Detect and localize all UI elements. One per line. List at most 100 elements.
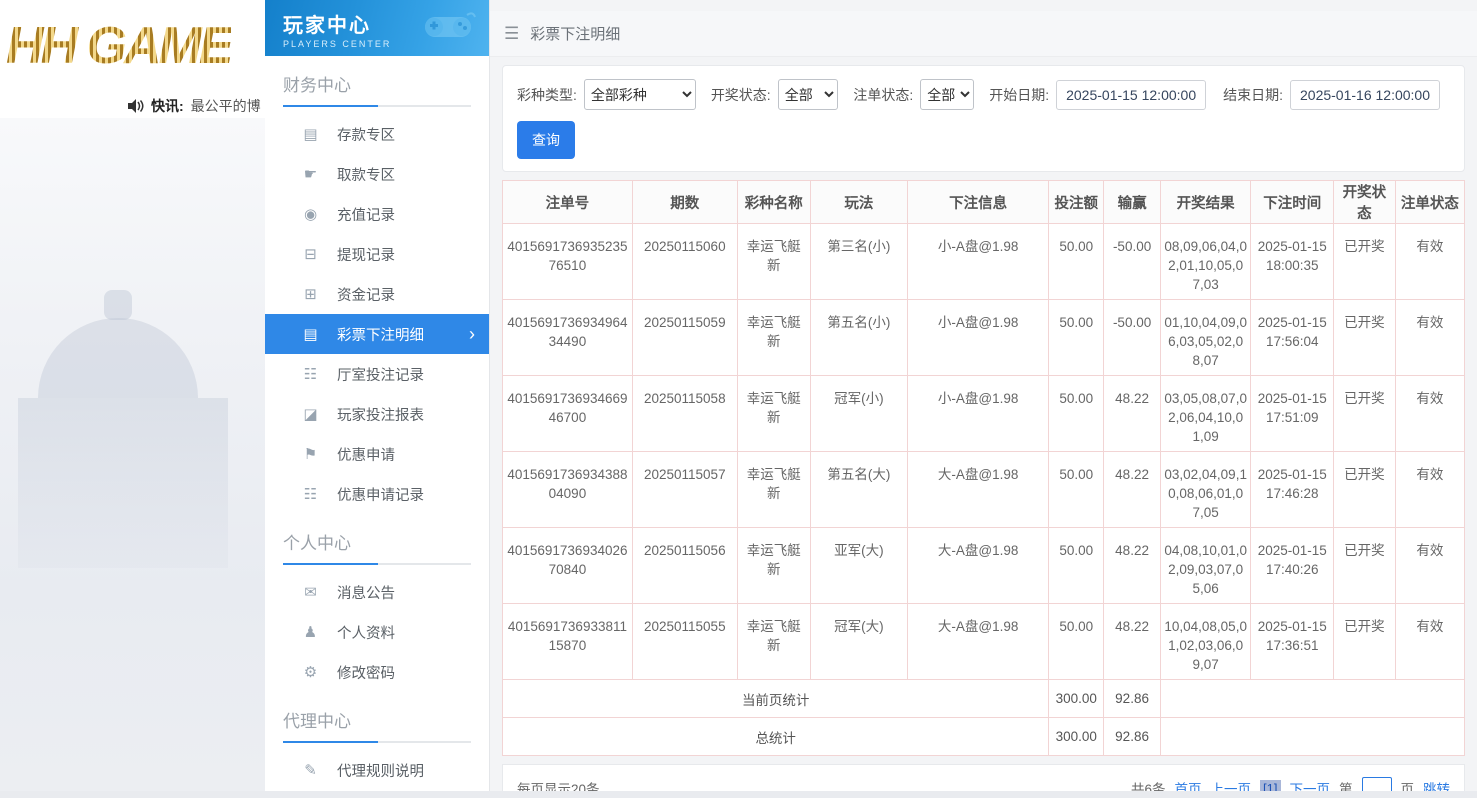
- sidebar-item-label: 个人资料: [337, 625, 395, 642]
- draw-status-select[interactable]: 全部: [777, 79, 839, 110]
- table-row: 401569173693402670840 20250115056 幸运飞艇新 亚军(…: [502, 527, 1466, 604]
- page: HH GAME 快讯: 最公平的博 玩家中心 PLAYERS CENTER 财务…: [0, 0, 1477, 798]
- cell-draw_result: 04,08,10,01,02,09,03,07,05,06: [1159, 527, 1252, 604]
- col-win_loss: 输赢: [1103, 180, 1161, 224]
- cell-win_loss: 48.22: [1103, 375, 1161, 452]
- cell-draw_status: 已开奖: [1333, 223, 1396, 300]
- section-label: 个人中心: [283, 534, 351, 553]
- bets-table-panel: 注单号 期数 彩种名称 玩法 下注信息 投注额 输赢 开奖结果 下注时间 开奖状态 注单状态 401…: [501, 180, 1466, 756]
- cell-win_loss: 48.22: [1103, 527, 1161, 604]
- news-label: 快讯:: [151, 98, 184, 114]
- withdraw-record-icon: ⊟: [304, 246, 317, 263]
- sidebar-item-deposit[interactable]: ▤ 存款专区: [265, 114, 489, 154]
- cell-draw_status: 已开奖: [1333, 527, 1396, 604]
- summary-row: 总统计 300.00 92.86: [501, 717, 1466, 756]
- profile-icon: ♟: [303, 624, 318, 641]
- sidebar-item-promo-record[interactable]: ☷ 优惠申请记录: [265, 474, 489, 514]
- promo-apply-icon: ⚑: [303, 446, 318, 463]
- cell-bet_time: 2025-01-15 17:46:28: [1250, 451, 1335, 528]
- message-icon: ✉: [304, 584, 317, 601]
- sidebar-item-hall-bet-record[interactable]: ☷ 厅室投注记录: [265, 354, 489, 394]
- col-play: 玩法: [809, 180, 908, 224]
- bets-table: 注单号 期数 彩种名称 玩法 下注信息 投注额 输赢 开奖结果 下注时间 开奖状态 注单状态 401…: [501, 180, 1466, 756]
- order-status-select[interactable]: 全部: [920, 79, 975, 110]
- cell-bet_time: 2025-01-15 17:51:09: [1250, 375, 1335, 452]
- sidebar-item-withdraw-record[interactable]: ⊟ 提现记录: [265, 234, 489, 274]
- cell-order_no: 401569173693438804090: [502, 451, 633, 528]
- cell-draw_result: 01,10,04,09,06,03,05,02,08,07: [1159, 299, 1252, 376]
- cell-draw_result: 03,02,04,09,10,08,06,01,07,05: [1159, 451, 1252, 528]
- table-row: 401569173693496434490 20250115059 幸运飞艇新 第五名…: [502, 299, 1466, 376]
- cell-order_status: 有效: [1394, 451, 1466, 528]
- search-button[interactable]: 查询: [517, 121, 575, 159]
- col-lottery_name: 彩种名称: [736, 180, 811, 224]
- background-art: [0, 118, 265, 792]
- cell-bet_info: 小-A盘@1.98: [906, 375, 1050, 452]
- table-row: 401569173693523576510 20250115060 幸运飞艇新 第三名…: [502, 223, 1466, 300]
- sidebar-item-label: 优惠申请记录: [337, 487, 424, 504]
- sidebar-item-label: 取款专区: [337, 167, 395, 184]
- start-date-input[interactable]: [1056, 79, 1207, 110]
- table-row: 401569173693381115870 20250115055 幸运飞艇新 冠军(…: [502, 603, 1466, 680]
- cell-bet_amount: 50.00: [1048, 299, 1105, 376]
- cell-draw_result: 10,04,08,05,01,02,03,06,09,07: [1159, 603, 1252, 680]
- lottery-bet-detail-icon: ▤: [303, 326, 318, 343]
- page-title: 彩票下注明细: [530, 26, 621, 43]
- sidebar-item-label: 存款专区: [337, 127, 395, 144]
- cell-lottery_name: 幸运飞艇新: [736, 603, 811, 680]
- summary-bet-amount: 300.00: [1048, 717, 1105, 756]
- bottom-strip: [0, 791, 1477, 798]
- summary-empty: [1159, 717, 1466, 756]
- cell-lottery_name: 幸运飞艇新: [736, 375, 811, 452]
- hall-bet-record-icon: ☷: [303, 366, 318, 383]
- cell-order_status: 有效: [1394, 299, 1466, 376]
- sidebar-item-lottery-bet-detail[interactable]: ▤ 彩票下注明细 ›: [265, 314, 489, 354]
- sidebar-item-messages[interactable]: ✉ 消息公告: [265, 572, 489, 612]
- summary-win-loss: 92.86: [1103, 717, 1161, 756]
- cell-bet_time: 2025-01-15 17:36:51: [1250, 603, 1335, 680]
- cell-bet_amount: 50.00: [1048, 451, 1105, 528]
- cell-order_no: 401569173693523576510: [502, 223, 633, 300]
- cell-bet_info: 大-A盘@1.98: [906, 451, 1050, 528]
- end-date-label: 结束日期:: [1223, 86, 1283, 103]
- col-period: 期数: [631, 180, 738, 224]
- summary-bet-amount: 300.00: [1048, 679, 1105, 718]
- cell-bet_amount: 50.00: [1048, 223, 1105, 300]
- sidebar-item-promo-apply[interactable]: ⚑ 优惠申请: [265, 434, 489, 474]
- cell-order_status: 有效: [1394, 527, 1466, 604]
- sidebar-item-recharge-record[interactable]: ◉ 充值记录: [265, 194, 489, 234]
- sidebar-item-funds-record[interactable]: ⊞ 资金记录: [265, 274, 489, 314]
- cell-lottery_name: 幸运飞艇新: [736, 451, 811, 528]
- sidebar-item-label: 资金记录: [337, 287, 395, 304]
- cell-order_no: 401569173693496434490: [502, 299, 633, 376]
- sidebar-item-agent-rules[interactable]: ✎ 代理规则说明: [265, 750, 489, 790]
- brand-pane: HH GAME 快讯: 最公平的博: [0, 0, 265, 798]
- order-status-label: 注单状态:: [853, 86, 914, 103]
- summary-label: 总统计: [501, 717, 1050, 756]
- cell-play: 第三名(小): [809, 223, 908, 300]
- cell-period: 20250115056: [631, 527, 738, 604]
- sidebar-item-withdraw[interactable]: ☛ 取款专区: [265, 154, 489, 194]
- hamburger-icon[interactable]: ☰: [504, 24, 519, 44]
- sidebar-item-label: 修改密码: [337, 665, 395, 682]
- sidebar-item-password[interactable]: ⚙ 修改密码: [265, 652, 489, 692]
- cell-bet_time: 2025-01-15 17:56:04: [1250, 299, 1335, 376]
- sidebar-item-profile[interactable]: ♟ 个人资料: [265, 612, 489, 652]
- sidebar: 玩家中心 PLAYERS CENTER 财务中心 ▤ 存款专区 ☛ 取款专区 ◉ 充值记录 ⊟…: [265, 0, 490, 798]
- cell-order_no: 401569173693466946700: [502, 375, 633, 452]
- sidebar-header: 玩家中心 PLAYERS CENTER: [265, 0, 489, 56]
- news-text: 最公平的博: [190, 98, 261, 114]
- cell-bet_time: 2025-01-15 18:00:35: [1250, 223, 1335, 300]
- end-date-input[interactable]: [1290, 79, 1440, 110]
- sidebar-item-player-report[interactable]: ◪ 玩家投注报表: [265, 394, 489, 434]
- sidebar-item-label: 优惠申请: [337, 447, 395, 464]
- player-report-icon: ◪: [303, 406, 318, 423]
- sidebar-item-label: 消息公告: [337, 585, 395, 602]
- funds-record-icon: ⊞: [304, 286, 317, 303]
- col-draw_status: 开奖状态: [1333, 180, 1396, 224]
- lottery-type-select[interactable]: 全部彩种: [583, 79, 696, 110]
- logo[interactable]: HH GAME: [0, 0, 265, 92]
- cell-bet_info: 小-A盘@1.98: [906, 299, 1050, 376]
- cell-bet_time: 2025-01-15 17:40:26: [1250, 527, 1335, 604]
- cell-bet_info: 小-A盘@1.98: [906, 223, 1050, 300]
